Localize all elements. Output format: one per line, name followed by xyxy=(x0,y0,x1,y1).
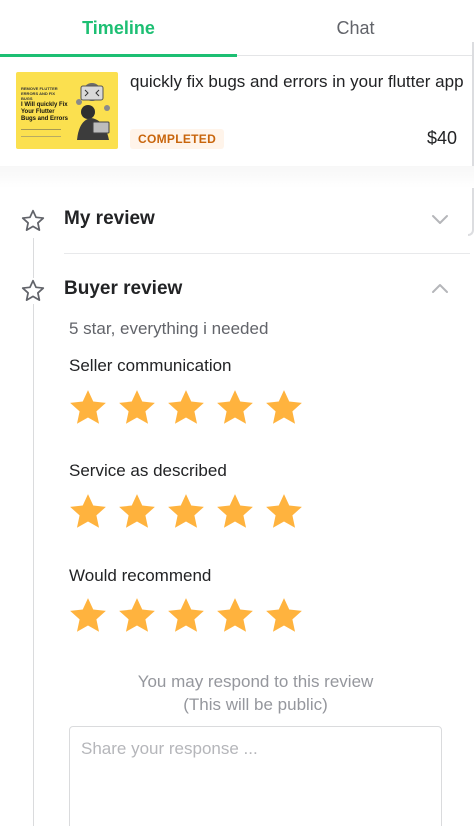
tab-timeline[interactable]: Timeline xyxy=(0,0,237,57)
chevron-up-icon[interactable] xyxy=(430,279,450,299)
star-filled-icon xyxy=(70,494,106,528)
star-rating-service-as-described xyxy=(67,491,305,533)
rating-label-would-recommend: Would recommend xyxy=(69,566,212,585)
order-title: quickly fix bugs and errors in your flut… xyxy=(130,72,464,91)
star-filled-icon xyxy=(266,598,302,632)
star-filled-icon xyxy=(217,390,253,424)
my-review-title: My review xyxy=(64,208,155,229)
thumbnail-line-2: I Will quickly Fix Your Flutter Bugs and… xyxy=(21,102,69,122)
timeline-line xyxy=(33,238,34,826)
respond-hint-line-1: You may respond to this review xyxy=(137,672,374,691)
star-filled-icon xyxy=(119,390,155,424)
buyer-review-text: 5 star, everything i needed xyxy=(69,319,269,338)
star-filled-icon xyxy=(119,598,155,632)
star-filled-icon xyxy=(70,598,106,632)
status-badge: COMPLETED xyxy=(130,129,225,149)
respond-hint-line-2: (This will be public) xyxy=(183,695,328,714)
order-price: $40 xyxy=(426,128,457,148)
star-filled-icon xyxy=(217,598,253,632)
star-filled-icon xyxy=(168,494,204,528)
response-input[interactable] xyxy=(69,726,442,826)
star-filled-icon xyxy=(217,494,253,528)
buyer-review-title: Buyer review xyxy=(64,278,183,299)
rating-label-service-as-described: Service as described xyxy=(69,461,227,480)
tab-bar: Timeline Chat xyxy=(0,0,474,57)
developer-illustration-icon xyxy=(76,83,110,140)
order-card[interactable]: REMOVE FLUTTER ERRORS AND FIX BUGS I Wil… xyxy=(0,56,474,166)
star-filled-icon xyxy=(266,390,302,424)
section-divider xyxy=(0,166,474,188)
chevron-down-icon[interactable] xyxy=(430,209,450,229)
section-separator xyxy=(64,253,470,254)
star-filled-icon xyxy=(70,390,106,424)
tab-chat[interactable]: Chat xyxy=(237,0,474,56)
gig-thumbnail: REMOVE FLUTTER ERRORS AND FIX BUGS I Wil… xyxy=(16,72,118,149)
thumbnail-subtext-decoration xyxy=(21,129,61,137)
my-review-header[interactable]: My review xyxy=(0,195,470,245)
respond-hint: You may respond to this review (This wil… xyxy=(69,670,442,716)
star-rating-would-recommend xyxy=(67,595,305,637)
star-rating-seller-communication xyxy=(67,387,305,429)
thumbnail-line-1: REMOVE FLUTTER ERRORS AND FIX BUGS xyxy=(21,86,58,101)
star-outline-icon xyxy=(20,278,46,304)
rating-label-seller-communication: Seller communication xyxy=(69,356,232,375)
star-filled-icon xyxy=(119,494,155,528)
buyer-review-header[interactable]: Buyer review xyxy=(0,265,470,315)
star-outline-icon xyxy=(20,208,46,234)
star-filled-icon xyxy=(168,598,204,632)
star-filled-icon xyxy=(266,494,302,528)
star-filled-icon xyxy=(168,390,204,424)
